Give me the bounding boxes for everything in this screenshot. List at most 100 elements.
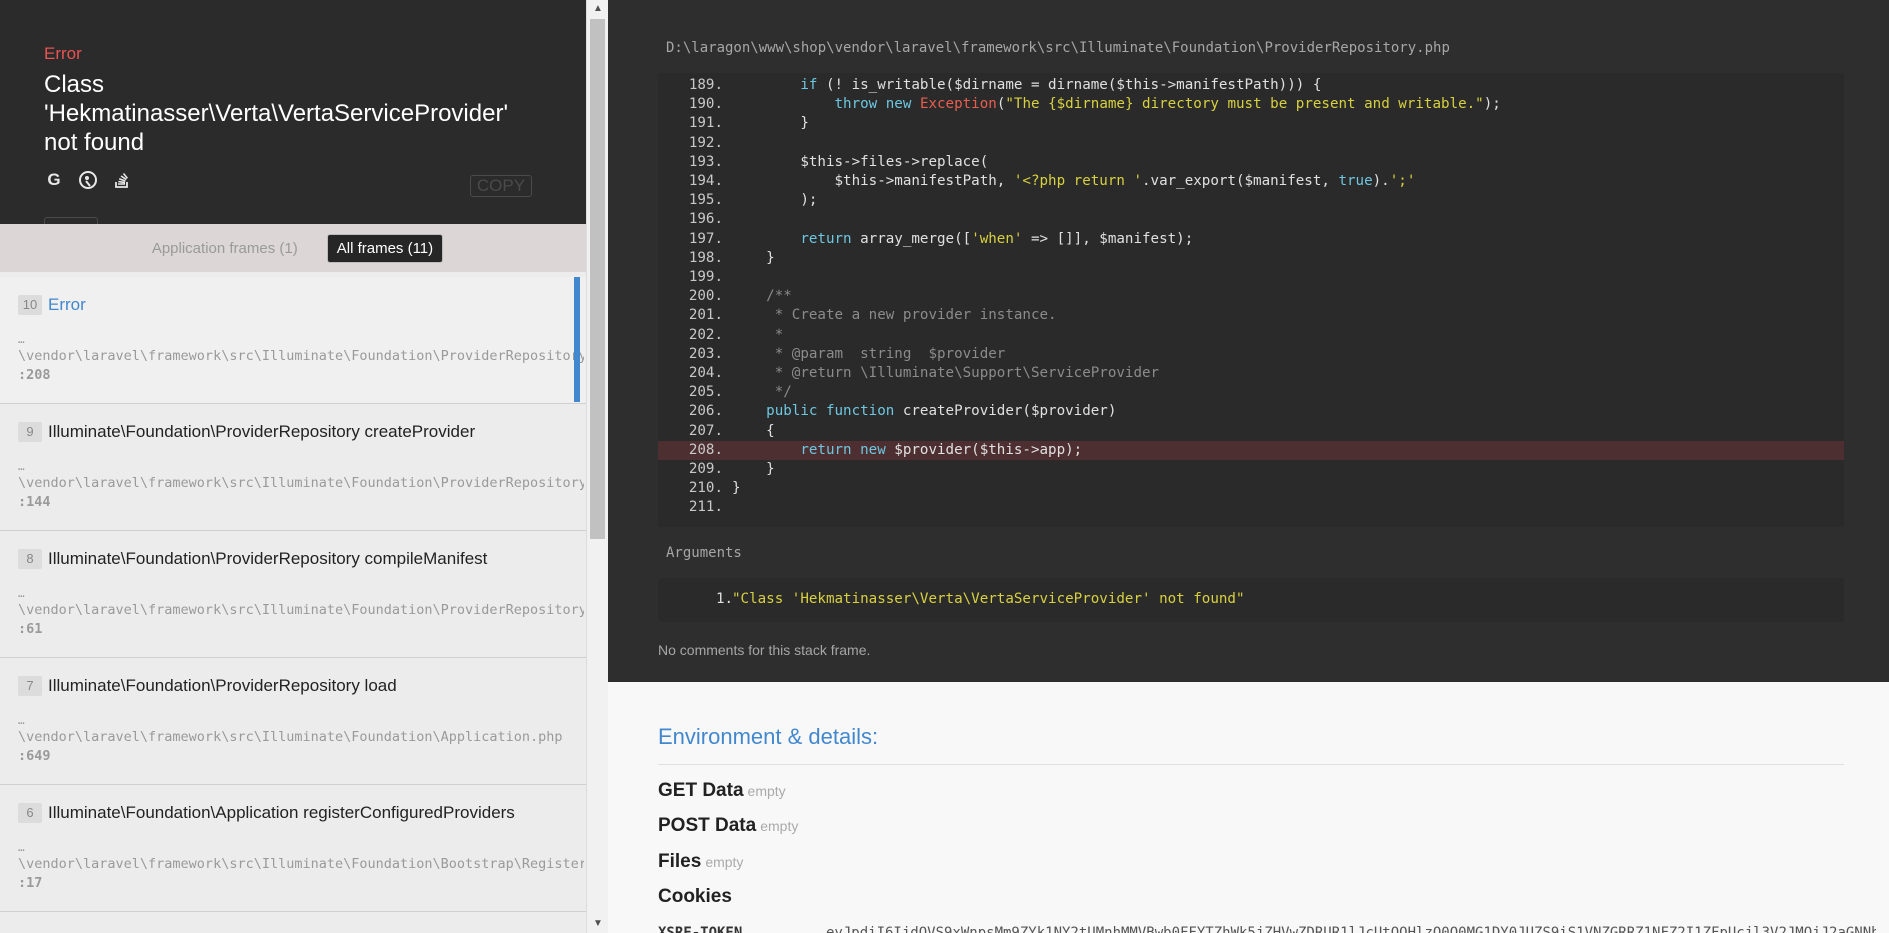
line-source: } [732,480,741,497]
code-line: 204. * @return \Illuminate\Support\Servi… [658,364,1844,383]
section-post-data: POST Data empty [658,815,798,837]
frame-class: Illuminate\Foundation\ProviderRepository… [48,422,476,441]
frame-index: 7 [18,676,42,696]
frame-class: Error [48,295,86,314]
stackoverflow-icon[interactable] [112,170,132,190]
section-get-data: GET Data empty [658,780,786,802]
frame-filter-tabs: Application frames (1) All frames (11) [0,224,586,272]
line-source: * Create a new provider instance. [732,307,1057,324]
stack-frames-panel: Error Class 'Hekmatinasser\Verta\VertaSe… [0,0,586,933]
line-number: 195. [688,192,723,209]
frame-line: :208 [18,367,51,383]
scrollbar-thumb[interactable] [590,19,605,539]
line-source: public function createProvider($provider… [766,403,1117,420]
frame-file-path[interactable]: D:\laragon\www\shop\vendor\laravel\frame… [666,40,1450,56]
environment-details: Environment & details: GET Data empty POS… [608,682,1889,933]
line-source: return array_merge(['when' => []], $mani… [800,230,1194,247]
frame-file: \vendor\laravel\framework\src\Illuminate… [18,348,584,364]
frame-file: \vendor\laravel\framework\src\Illuminate… [18,602,584,618]
frame-ellipsis: … [18,460,25,473]
frame-code-panel: D:\laragon\www\shop\vendor\laravel\frame… [608,0,1889,682]
section-cookies: Cookies [658,886,736,908]
code-line: 194. $this->manifestPath, '<?php return … [658,172,1844,191]
line-number: 197. [688,230,723,247]
code-line: 209. } [658,460,1844,479]
code-line: 192. [658,134,1844,153]
line-source: } [732,249,775,266]
frame-class: Illuminate\Foundation\Application regist… [48,803,515,822]
frame-item[interactable]: 6 Illuminate\Foundation\Application regi… [0,785,586,912]
tab-all-frames[interactable]: All frames (11) [326,233,444,263]
line-number: 189. [688,77,723,93]
code-line: 201. * Create a new provider instance. [658,306,1844,325]
code-line: 202. * [658,326,1844,345]
line-number: 202. [688,326,723,343]
frame-class: Illuminate\Foundation\ProviderRepository… [48,549,488,568]
scroll-up-arrow-icon[interactable]: ▲ [587,0,609,18]
line-source: * @param string $provider [732,345,1006,362]
line-number: 211. [688,499,723,516]
empty-badge: empty [705,854,744,870]
line-number: 209. [688,461,723,477]
line-source: ); [732,192,818,209]
frame-ellipsis: … [18,841,25,854]
code-line: 196. [658,210,1844,229]
duckduckgo-icon[interactable] [78,170,98,190]
google-icon[interactable]: G [44,170,64,190]
line-number: 193. [688,153,723,170]
line-number: 190. [688,96,723,113]
tab-application-frames[interactable]: Application frames (1) [143,235,307,262]
line-source: * [732,326,784,343]
line-source: * @return \Illuminate\Support\ServicePro… [732,365,1160,381]
frame-index: 8 [18,549,42,569]
line-source: /** [732,288,792,305]
argument-index: 1. [716,591,734,607]
section-label: GET Data [658,780,744,801]
line-number: 207. [688,422,723,439]
code-line: 208. return new $provider($this->app); [658,440,1844,460]
section-files: Files empty [658,851,743,873]
frame-ellipsis: … [18,587,25,600]
code-line: 210.} [658,479,1844,498]
frame-index: 10 [18,295,42,315]
cookie-key: XSRF-TOKEN [658,925,743,933]
argument-value: "Class 'Hekmatinasser\Verta\VertaService… [732,591,1245,607]
frame-index: 6 [18,803,42,823]
search-links: G [44,170,132,190]
frames-scrollbar[interactable]: ▲ ▼ [586,0,608,933]
environment-title: Environment & details: [658,724,879,749]
code-line: 190. throw new Exception("The {$dirname}… [658,95,1844,114]
line-number: 194. [688,173,723,189]
line-source: throw new Exception("The {$dirname} dire… [834,96,1501,113]
frame-line: :17 [18,875,43,891]
frame-item[interactable]: 10 Error … \vendor\laravel\framework\src… [0,277,586,404]
code-line: 195. ); [658,191,1844,210]
line-source: */ [732,384,792,401]
code-line: 191. } [658,114,1844,133]
frame-file: \vendor\laravel\framework\src\Illuminate… [18,729,563,745]
frame-item[interactable]: 9 Illuminate\Foundation\ProviderReposito… [0,404,586,531]
frame-item[interactable]: 8 Illuminate\Foundation\ProviderReposito… [0,531,586,658]
line-number: 204. [688,365,723,381]
line-number: 205. [688,384,723,401]
frame-line: :649 [18,748,51,764]
scroll-down-arrow-icon[interactable]: ▼ [587,915,609,933]
frame-item[interactable]: 7 Illuminate\Foundation\ProviderReposito… [0,658,586,785]
line-number: 198. [688,249,723,266]
code-line: 203. * @param string $provider [658,345,1844,364]
details-panel: D:\laragon\www\shop\vendor\laravel\frame… [608,0,1889,933]
empty-badge: empty [760,818,799,834]
frame-ellipsis: … [18,714,25,727]
copy-button[interactable]: COPY [470,175,532,197]
code-line: 200. /** [658,287,1844,306]
section-label: POST Data [658,815,757,836]
line-source: return new $provider($this->app); [800,441,1083,458]
line-number: 210. [688,480,723,497]
line-source: } [732,115,809,132]
line-number: 203. [688,345,723,362]
exception-header: Error Class 'Hekmatinasser\Verta\VertaSe… [0,0,586,225]
line-number: 196. [688,211,723,228]
code-line: 189. if (! is_writable($dirname = dirnam… [658,76,1844,95]
section-label: Files [658,851,702,872]
arguments-block: 1. "Class 'Hekmatinasser\Verta\VertaServ… [658,578,1844,622]
